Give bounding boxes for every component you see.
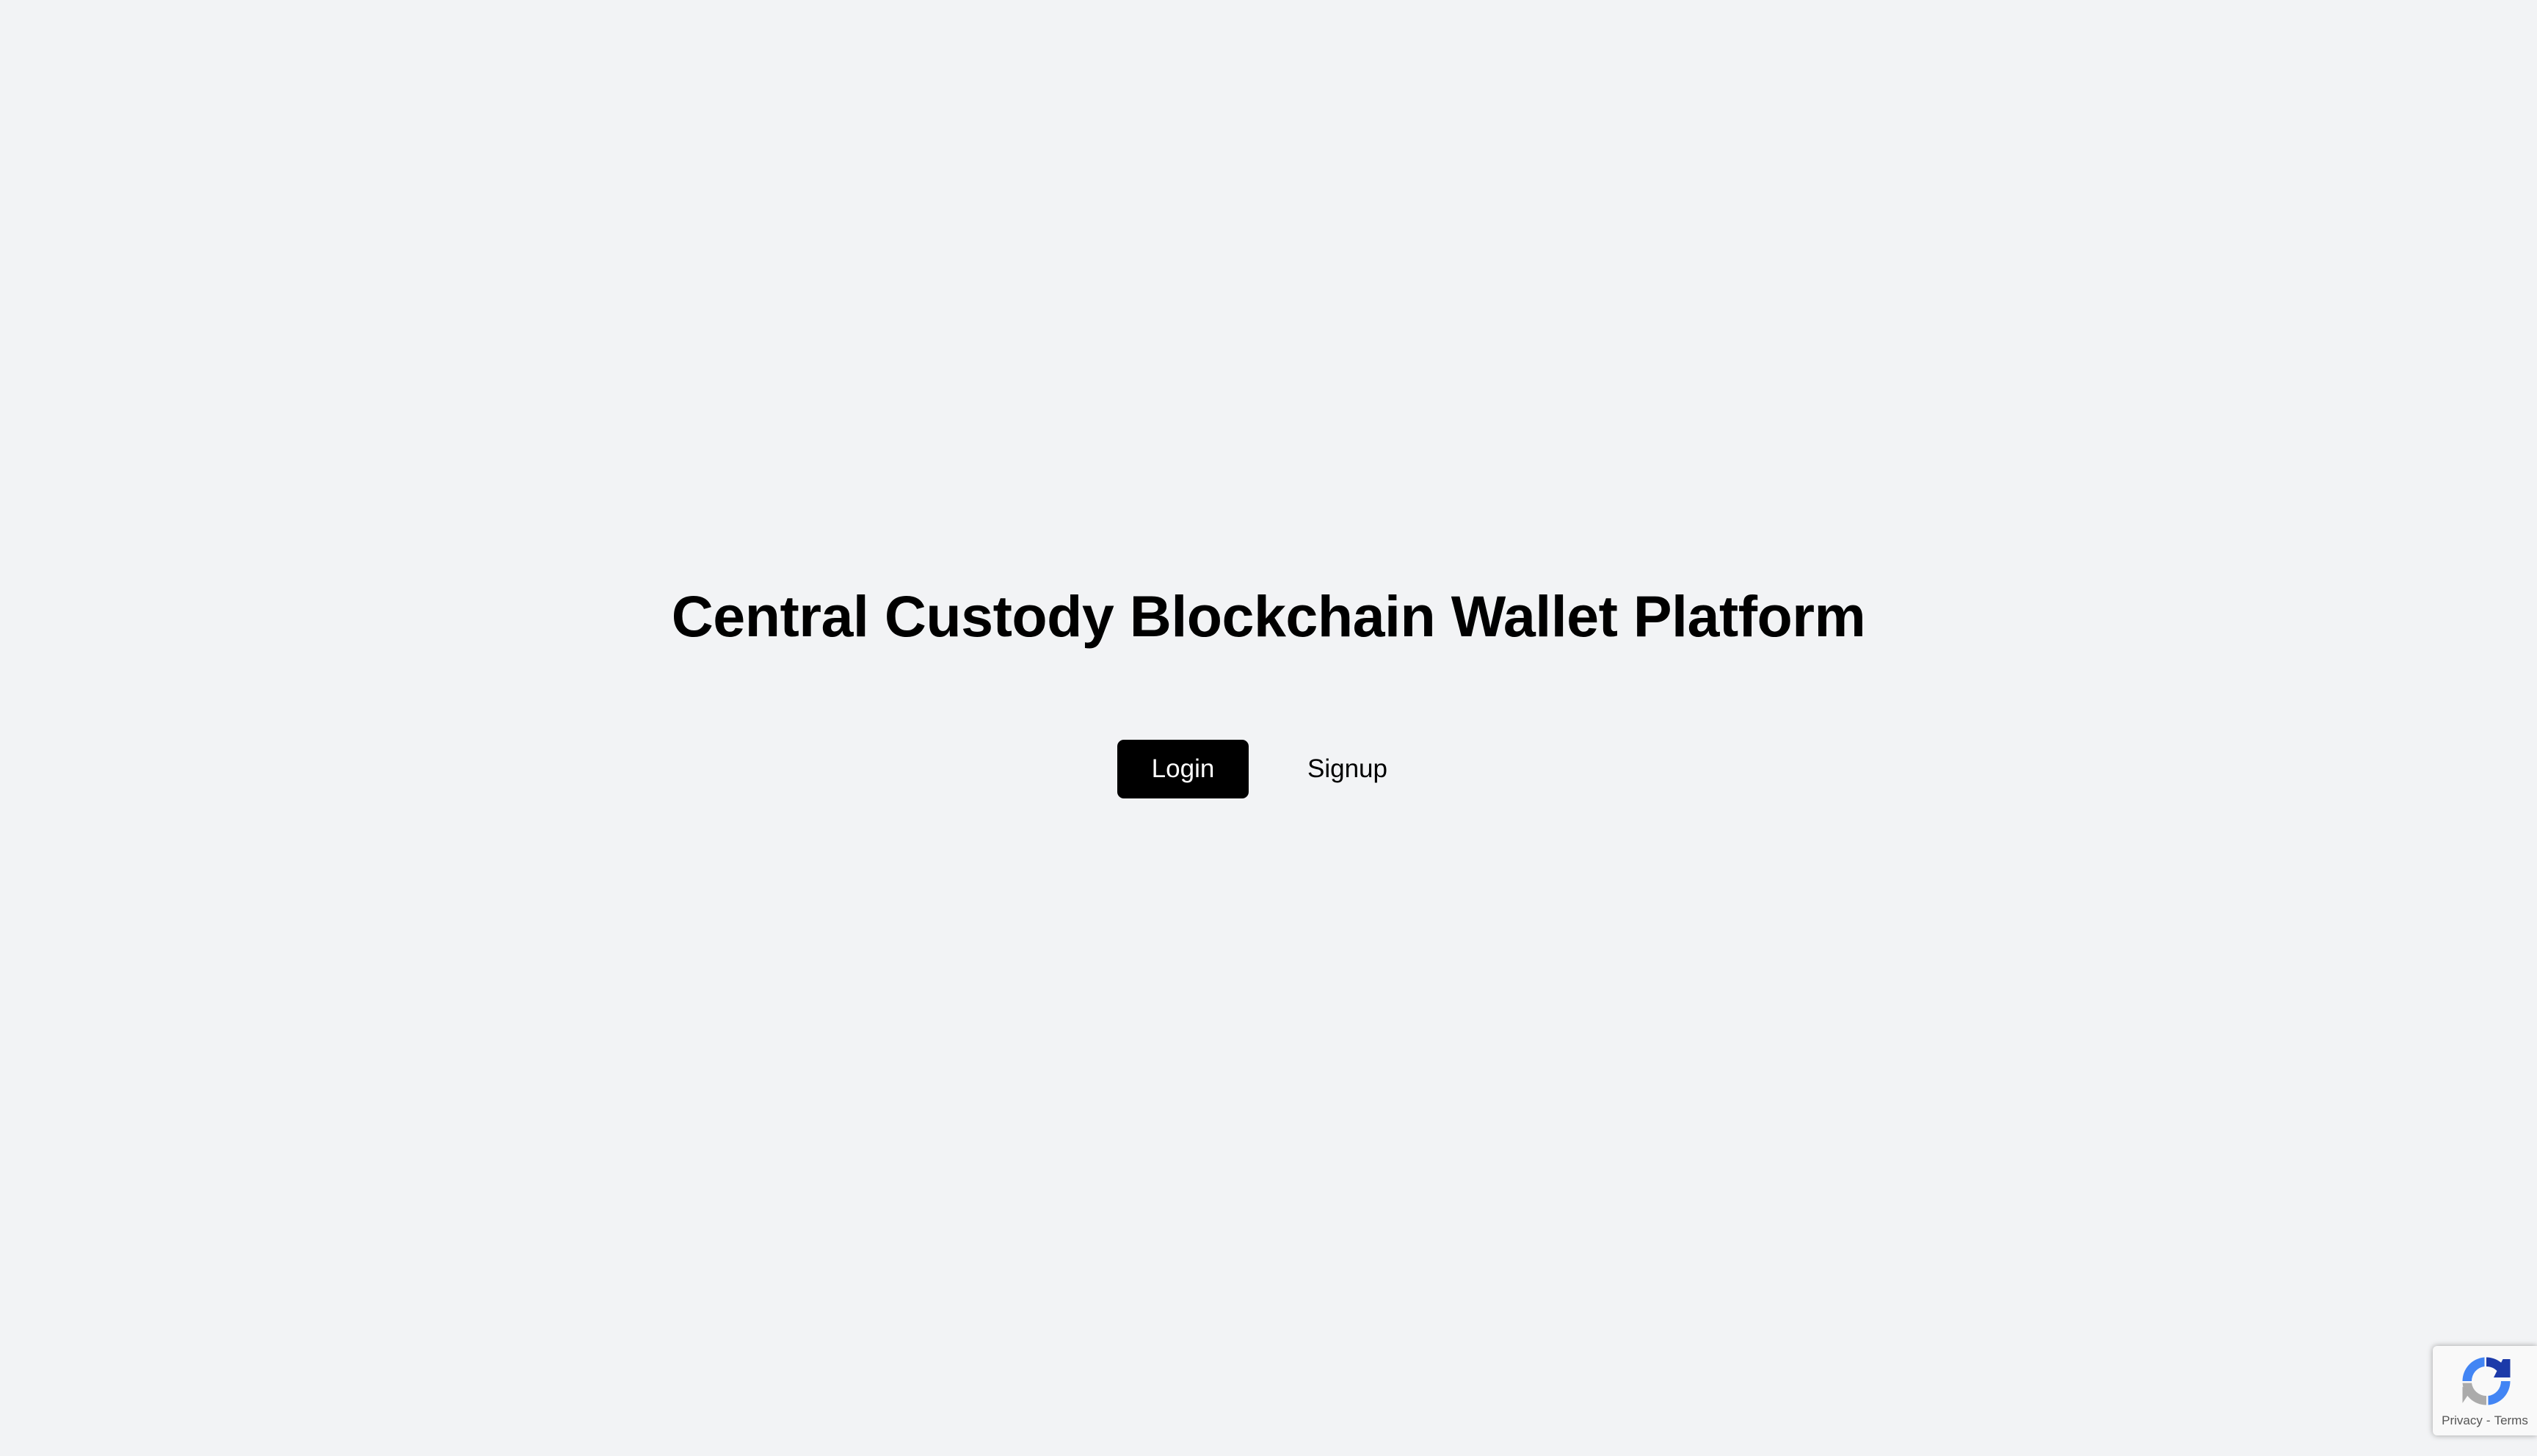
recaptcha-terms-link[interactable]: Terms bbox=[2494, 1413, 2528, 1428]
landing-page: Central Custody Blockchain Wallet Platfo… bbox=[0, 0, 2537, 1456]
recaptcha-icon bbox=[2462, 1357, 2511, 1405]
recaptcha-badge: Privacy - Terms bbox=[2433, 1346, 2537, 1435]
signup-button[interactable]: Signup bbox=[1287, 740, 1408, 798]
recaptcha-separator: - bbox=[2486, 1413, 2491, 1427]
page-title: Central Custody Blockchain Wallet Platfo… bbox=[671, 583, 1866, 649]
recaptcha-privacy-link[interactable]: Privacy bbox=[2442, 1413, 2483, 1428]
auth-button-group: Login Signup bbox=[1117, 740, 1408, 798]
recaptcha-links: Privacy - Terms bbox=[2433, 1413, 2537, 1428]
login-button[interactable]: Login bbox=[1117, 740, 1249, 798]
